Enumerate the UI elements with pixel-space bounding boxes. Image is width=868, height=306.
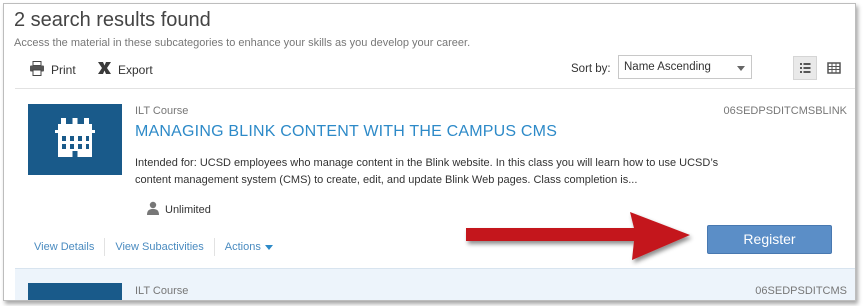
result-card: ILT Course 06SEDPSDITCMS (15, 268, 855, 301)
course-code: 06SEDPSDITCMS (755, 285, 847, 297)
register-button[interactable]: Register (707, 225, 832, 254)
export-button[interactable]: Export (97, 61, 153, 78)
results-panel: 2 search results found Access the materi… (3, 3, 856, 301)
actions-label: Actions (224, 241, 261, 253)
view-details-link[interactable]: View Details (34, 241, 94, 253)
sort-value: Name Ascending (624, 61, 711, 73)
annotation-arrow-icon (462, 208, 697, 273)
grid-view-button[interactable] (822, 56, 846, 80)
excel-icon (97, 61, 112, 78)
result-card: ILT Course 06SEDPSDITCMSBLINK MANAGING B… (15, 88, 855, 269)
divider (104, 238, 106, 256)
results-subtitle: Access the material in these subcategori… (14, 37, 471, 49)
building-icon (28, 118, 122, 179)
printer-icon (29, 61, 45, 79)
caret-down-icon (264, 244, 273, 250)
sort-label: Sort by: (571, 63, 611, 75)
list-view-button[interactable] (793, 56, 817, 80)
course-thumbnail[interactable] (28, 283, 122, 301)
course-title-link[interactable]: MANAGING BLINK CONTENT WITH THE CAMPUS C… (135, 123, 557, 141)
actions-menu[interactable]: Actions (225, 241, 273, 253)
card-links: View Details View Subactivities Actions (34, 238, 273, 256)
course-code: 06SEDPSDITCMSBLINK (723, 105, 847, 117)
chevron-down-icon (737, 66, 745, 71)
grid-view-icon (822, 62, 846, 84)
export-label: Export (118, 62, 153, 77)
divider (213, 238, 215, 256)
list-view-icon (794, 63, 816, 83)
course-type: ILT Course (135, 105, 189, 117)
availability: Unlimited (146, 201, 211, 218)
building-icon (28, 300, 122, 301)
results-title: 2 search results found (14, 9, 211, 31)
sort-dropdown[interactable]: Name Ascending (618, 55, 752, 79)
print-button[interactable]: Print (29, 61, 76, 79)
user-icon (146, 201, 160, 218)
availability-text: Unlimited (165, 203, 211, 216)
view-subactivities-link[interactable]: View Subactivities (115, 241, 203, 253)
course-thumbnail[interactable] (28, 104, 122, 175)
print-label: Print (51, 63, 76, 77)
course-description: Intended for: UCSD employees who manage … (135, 157, 719, 186)
course-type: ILT Course (135, 285, 189, 297)
